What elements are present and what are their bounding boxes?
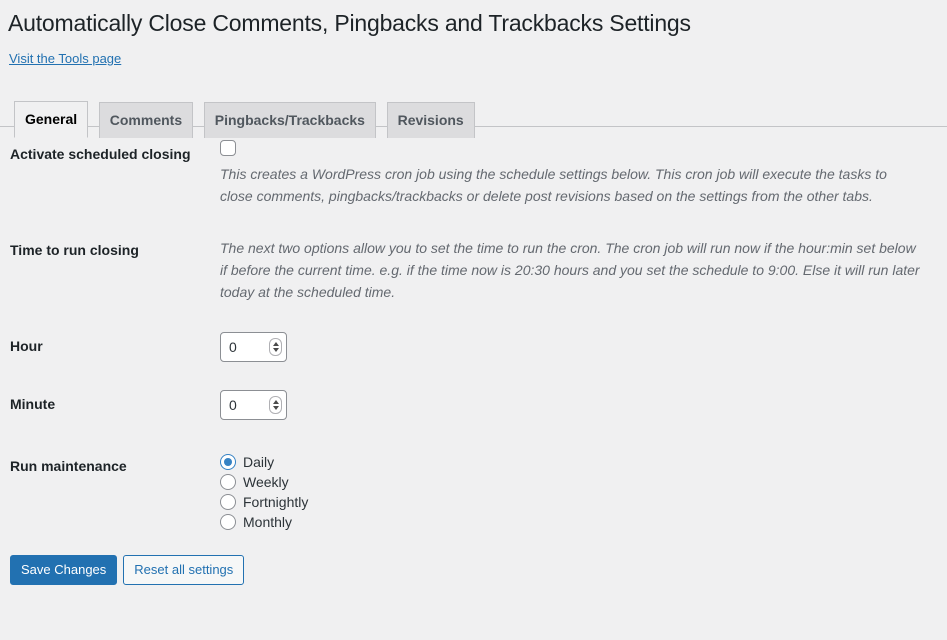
- radio-option-monthly[interactable]: Monthly: [220, 512, 937, 532]
- radio-monthly-label: Monthly: [243, 512, 292, 532]
- label-minute: Minute: [0, 377, 210, 435]
- activate-description: This creates a WordPress cron job using …: [220, 164, 920, 207]
- cell-activate-scheduled-closing: This creates a WordPress cron job using …: [210, 127, 947, 223]
- minute-spinner[interactable]: [269, 396, 282, 414]
- radio-weekly-label: Weekly: [243, 472, 289, 492]
- label-time-to-run-closing: Time to run closing: [0, 222, 210, 318]
- page-title: Automatically Close Comments, Pingbacks …: [0, 0, 947, 43]
- radio-fortnightly-input[interactable]: [220, 494, 236, 510]
- settings-tab-bar: General Comments Pingbacks/Trackbacks Re…: [0, 91, 947, 127]
- radio-option-fortnightly[interactable]: Fortnightly: [220, 492, 937, 512]
- cell-hour: [210, 319, 947, 377]
- tab-comments[interactable]: Comments: [99, 102, 193, 138]
- tab-general[interactable]: General: [14, 101, 88, 138]
- chevron-up-icon[interactable]: [273, 342, 279, 346]
- time-to-run-description: The next two options allow you to set th…: [220, 238, 920, 303]
- label-hour: Hour: [0, 319, 210, 377]
- settings-form-table: Activate scheduled closing This creates …: [0, 127, 947, 547]
- label-run-maintenance: Run maintenance: [0, 435, 210, 547]
- minute-input-wrapper: [220, 390, 287, 420]
- radio-daily-label: Daily: [243, 452, 274, 472]
- tools-link-container: Visit the Tools page: [0, 43, 947, 66]
- activate-scheduled-closing-checkbox[interactable]: [220, 140, 236, 156]
- row-activate-scheduled-closing: Activate scheduled closing This creates …: [0, 127, 947, 223]
- save-changes-button[interactable]: Save Changes: [10, 555, 117, 585]
- chevron-down-icon[interactable]: [273, 406, 279, 410]
- chevron-down-icon[interactable]: [273, 348, 279, 352]
- visit-tools-page-link[interactable]: Visit the Tools page: [9, 51, 121, 66]
- chevron-up-icon[interactable]: [273, 400, 279, 404]
- run-maintenance-radio-group: Daily Weekly Fortnightly Monthly: [220, 452, 937, 532]
- label-activate-scheduled-closing: Activate scheduled closing: [0, 127, 210, 223]
- radio-option-weekly[interactable]: Weekly: [220, 472, 937, 492]
- radio-option-daily[interactable]: Daily: [220, 452, 937, 472]
- form-actions: Save Changes Reset all settings: [0, 547, 947, 585]
- cell-run-maintenance: Daily Weekly Fortnightly Monthly: [210, 435, 947, 547]
- radio-fortnightly-label: Fortnightly: [243, 492, 308, 512]
- cell-minute: [210, 377, 947, 435]
- tab-revisions[interactable]: Revisions: [387, 102, 475, 138]
- reset-all-settings-button[interactable]: Reset all settings: [123, 555, 244, 585]
- cell-time-to-run-closing: The next two options allow you to set th…: [210, 222, 947, 318]
- radio-monthly-input[interactable]: [220, 514, 236, 530]
- hour-spinner[interactable]: [269, 338, 282, 356]
- row-time-to-run-closing: Time to run closing The next two options…: [0, 222, 947, 318]
- row-run-maintenance: Run maintenance Daily Weekly Fortnightly: [0, 435, 947, 547]
- tab-pingbacks-trackbacks[interactable]: Pingbacks/Trackbacks: [204, 102, 376, 138]
- row-minute: Minute: [0, 377, 947, 435]
- hour-input-wrapper: [220, 332, 287, 362]
- row-hour: Hour: [0, 319, 947, 377]
- radio-weekly-input[interactable]: [220, 474, 236, 490]
- radio-daily-input[interactable]: [220, 454, 236, 470]
